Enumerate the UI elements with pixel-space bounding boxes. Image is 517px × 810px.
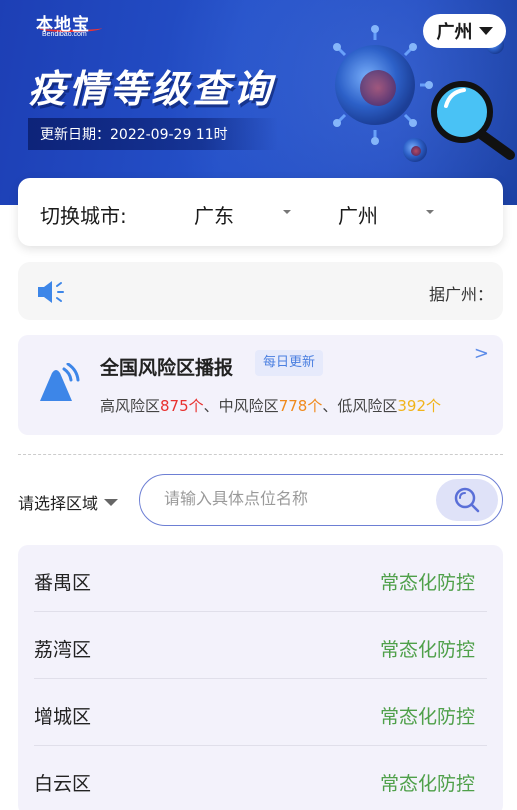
page-title: 疫情等级查询	[28, 67, 275, 111]
low-risk-count: 392个	[397, 397, 441, 415]
risk-counts-line: 高风险区875个、中风险区778个、低风险区392个	[100, 395, 441, 416]
province-chevron-down-icon[interactable]	[283, 210, 291, 214]
district-name: 番禺区	[34, 572, 92, 594]
district-status: 常态化防控	[379, 572, 475, 594]
alarm-icon	[40, 363, 80, 401]
mid-risk-label: 中风险区	[218, 397, 279, 415]
magnifier-illustration	[431, 81, 515, 160]
region-select[interactable]: 请选择区域	[18, 490, 119, 514]
chevron-right-icon[interactable]: >	[474, 343, 489, 364]
separator: 、	[322, 397, 338, 415]
separator: 、	[203, 397, 219, 415]
district-status: 常态化防控	[379, 706, 475, 728]
high-risk-count: 875个	[160, 397, 204, 415]
current-city-label: 广州	[436, 22, 473, 43]
district-name: 荔湾区	[34, 639, 92, 661]
mid-risk-count: 778个	[278, 397, 323, 415]
logo-subtext: Bendibao.com	[42, 31, 87, 38]
city-switch-card: 切换城市: 广东 广州	[18, 178, 503, 246]
search-input[interactable]	[164, 489, 424, 508]
district-name: 白云区	[34, 773, 92, 795]
list-item[interactable]: 番禺区 常态化防控	[34, 545, 487, 612]
district-name: 增城区	[34, 706, 92, 728]
update-date-text: 更新日期：2022-09-29 11时	[40, 127, 228, 143]
header-banner: 本地宝 Bendibao.com 广州 疫情等级查询 更新日期：2022-09-…	[0, 0, 517, 205]
risk-summary-title: 全国风险区播报	[100, 357, 234, 379]
risk-summary-card[interactable]: 全国风险区播报 每日更新 > 高风险区875个、中风险区778个、低风险区392…	[18, 335, 503, 435]
region-select-label: 请选择区域	[18, 494, 99, 513]
speaker-icon	[38, 281, 64, 303]
notice-text: 据广州：	[429, 285, 485, 304]
search-box	[139, 474, 503, 526]
search-button[interactable]	[436, 479, 498, 521]
chevron-down-icon	[478, 27, 493, 35]
city-chevron-down-icon[interactable]	[426, 210, 434, 214]
city-select[interactable]: 广州	[338, 200, 378, 229]
district-list: 番禺区 常态化防控 荔湾区 常态化防控 增城区 常态化防控 白云区 常态化防控	[18, 545, 503, 810]
high-risk-label: 高风险区	[100, 397, 161, 415]
logo: 本地宝 Bendibao.com	[36, 10, 102, 40]
search-icon	[454, 487, 480, 513]
district-status: 常态化防控	[379, 639, 475, 661]
daily-update-badge: 每日更新	[255, 350, 324, 376]
city-switch-label: 切换城市:	[40, 204, 127, 228]
list-item[interactable]: 荔湾区 常态化防控	[34, 612, 487, 679]
dashed-divider	[18, 454, 503, 455]
update-date-bar: 更新日期：2022-09-29 11时	[28, 118, 278, 150]
low-risk-label: 低风险区	[337, 397, 398, 415]
province-select[interactable]: 广东	[194, 200, 234, 229]
city-picker-button[interactable]: 广州	[423, 14, 506, 48]
list-item[interactable]: 增城区 常态化防控	[34, 679, 487, 746]
notice-marquee[interactable]: 据广州：	[18, 262, 503, 320]
list-item[interactable]: 白云区 常态化防控	[34, 746, 487, 810]
district-status: 常态化防控	[379, 773, 475, 795]
chevron-down-icon	[104, 498, 119, 506]
page: 本地宝 Bendibao.com 广州 疫情等级查询 更新日期：2022-09-…	[0, 0, 517, 810]
